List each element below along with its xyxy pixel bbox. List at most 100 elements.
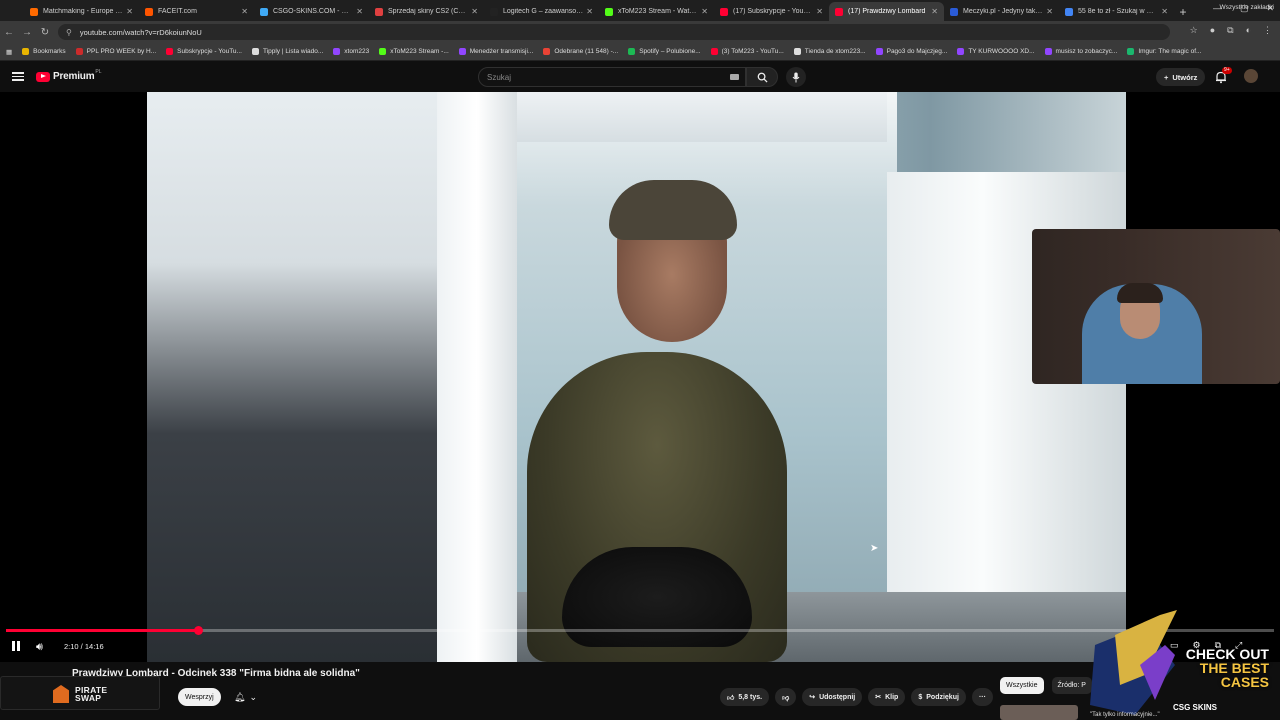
kebab-menu-icon[interactable]: ⋮ [1263,25,1272,36]
promo-line2: THE BEST [1199,660,1269,676]
youtube-logo[interactable]: Premium PL [36,68,102,82]
time-display: 2:10 / 14:16 [56,638,112,654]
browser-tab[interactable]: Logitech G – zaawansowany✕ [484,2,599,21]
puzzle-icon[interactable]: ⧉ [1227,25,1233,36]
close-tab-icon[interactable]: ✕ [126,7,133,16]
close-tab-icon[interactable]: ✕ [471,7,478,16]
promo-line3: CASES [1220,674,1269,690]
video-player[interactable]: ➤ 🔊︎ 2:10 / 14:16 ▭ ⚙ ⧉ ⤢ [0,92,1280,662]
bookmark-item[interactable]: Imgur: The magic of... [1127,48,1201,55]
join-button[interactable]: Wesprzyj [178,688,221,706]
bookmark-item[interactable]: Menedżer transmisji... [458,48,534,55]
clip-button[interactable]: ✂ Klip [868,688,906,706]
bookmark-item[interactable]: Tienda de xtom223... [793,48,866,55]
volume-icon[interactable]: 🔊︎ [36,641,43,654]
mouse-cursor-icon: ➤ [870,543,879,554]
reload-icon[interactable]: ↻ [36,27,54,38]
close-tab-icon[interactable]: ✕ [1161,7,1168,16]
browser-tab[interactable]: FACEIT.com ✕ [139,2,254,21]
all-bookmarks[interactable]: Wszystkie zakładki [1219,4,1274,11]
share-button[interactable]: ↪ Udostępnij [802,688,863,706]
close-tab-icon[interactable]: ✕ [356,7,363,16]
profile-icon[interactable]: ◐ [1246,25,1251,36]
thumbs-down-icon: 👎︎ [782,694,790,702]
bookmark-item[interactable]: Odebrane (11 548) -... [543,48,618,55]
bookmark-favicon-icon [75,48,83,55]
sponsor-line2: SWAP [75,693,102,703]
bookmark-item[interactable]: xtom223 [333,48,369,55]
subscription-bell-button[interactable]: 🔔︎ ⌄ [228,688,263,706]
url-field[interactable]: ⚲ youtube.com/watch?v=rD6koiunNoU [58,24,1170,40]
thanks-label: Podziękuj [926,693,959,701]
bookmark-label: Subskrypcje - YouTu... [177,48,242,55]
browser-tab[interactable]: Matchmaking - Europe 5v5 C✕ [24,2,139,21]
related-video-thumbnail[interactable] [1000,705,1078,720]
chip-all[interactable]: Wszystkie [1000,677,1044,694]
bookmark-item[interactable]: Spotify – Polubione... [628,48,701,55]
close-tab-icon[interactable]: ✕ [1046,7,1053,16]
bookmark-item[interactable]: musisz to zobaczyc... [1044,48,1117,55]
thanks-button[interactable]: $ Podziękuj [911,688,966,706]
progress-bar[interactable] [6,626,1274,635]
close-tab-icon[interactable]: ✕ [701,7,708,16]
like-count: 5,8 tys. [738,693,763,701]
more-actions-button[interactable]: ··· [971,688,993,706]
forward-icon[interactable]: → [18,27,36,38]
bookmark-item[interactable]: TY KURWOOOO XD... [957,48,1035,55]
tab-favicon-icon [1065,7,1073,16]
bookmark-item[interactable]: xToM223 Stream -... [379,48,449,55]
browser-tab[interactable]: 55 8e to zł - Szukaj w Google✕ [1059,2,1174,21]
browser-tab[interactable]: (17) Subskrypcje - YouTube ✕ [714,2,829,21]
bookmark-label: Menedżer transmisji... [469,48,534,55]
close-tab-icon[interactable]: ✕ [586,7,593,16]
bookmark-label: xtom223 [344,48,370,55]
bookmark-favicon-icon [22,48,30,55]
close-tab-icon[interactable]: ✕ [241,7,248,16]
bookmark-label: Tipply | Lista wiado... [262,48,324,55]
tab-favicon-icon [490,7,498,16]
bookmark-item[interactable]: (3) ToM223 - YouTu... [710,48,784,55]
back-icon[interactable]: ← [0,27,18,38]
bookmark-item[interactable]: Subskrypcje - YouTu... [166,48,242,55]
browser-tab[interactable]: Meczyki.pl - Jedyny taki portal✕ [944,2,1059,21]
streamer-webcam-overlay [1032,229,1280,384]
browser-tab[interactable]: xToM223 Stream - Watch Live✕ [599,2,714,21]
new-tab-button[interactable]: + [1174,3,1192,21]
voice-search-button[interactable] [786,67,806,87]
account-avatar[interactable] [1244,69,1258,83]
create-label: Utwórz [1172,72,1198,82]
sponsor-text: PIRATE SWAP [75,686,107,703]
search-button[interactable] [746,67,778,87]
close-tab-icon[interactable]: ✕ [816,7,823,16]
browser-tab[interactable]: (17) Prawdziwy Lombard ✕ [829,2,944,21]
dislike-button[interactable]: 👎︎ [775,688,797,706]
bookmark-favicon-icon [793,48,801,55]
bookmark-item[interactable]: PPL PRO WEEK by H... [75,48,157,55]
plus-icon: + [1164,72,1169,82]
bookmark-label: PPL PRO WEEK by H... [86,48,157,55]
browser-tab[interactable]: Sprzedaj skiny CS2 (CSGO) |✕ [369,2,484,21]
tab-favicon-icon [605,7,613,16]
bookmark-item[interactable]: Bookmarks [22,48,66,55]
site-info-icon[interactable]: ⚲ [66,28,72,37]
pirate-swap-logo-icon [53,685,69,703]
pause-icon[interactable] [12,641,20,651]
logo-region: PL [95,68,102,75]
create-button[interactable]: + Utwórz [1156,68,1206,86]
search-input[interactable]: Szukaj [478,67,746,87]
close-tab-icon[interactable]: ✕ [931,7,938,16]
tab-favicon-icon [30,7,38,16]
star-icon[interactable]: ☆ [1190,25,1198,36]
keyboard-icon[interactable] [730,74,739,80]
search-placeholder: Szukaj [487,72,512,82]
browser-tab[interactable]: CSGO-SKINS.COM - Najlepsz✕ [254,2,369,21]
bookmark-item[interactable]: Tipply | Lista wiado... [251,48,324,55]
like-button[interactable]: 👍︎ 5,8 tys. [720,688,770,706]
chip-source-label: Źródło: P [1057,682,1086,689]
sponsor-banner[interactable]: PIRATE SWAP [0,676,160,710]
bookmark-item[interactable]: Pago3 do Majczjeg... [875,48,947,55]
hamburger-menu-icon[interactable] [12,70,24,82]
apps-grid-icon[interactable]: ▦ [6,48,12,56]
browser-tab-strip: Matchmaking - Europe 5v5 C✕FACEIT.com✕CS… [0,0,1280,21]
extension-icon[interactable]: ● [1210,25,1215,36]
